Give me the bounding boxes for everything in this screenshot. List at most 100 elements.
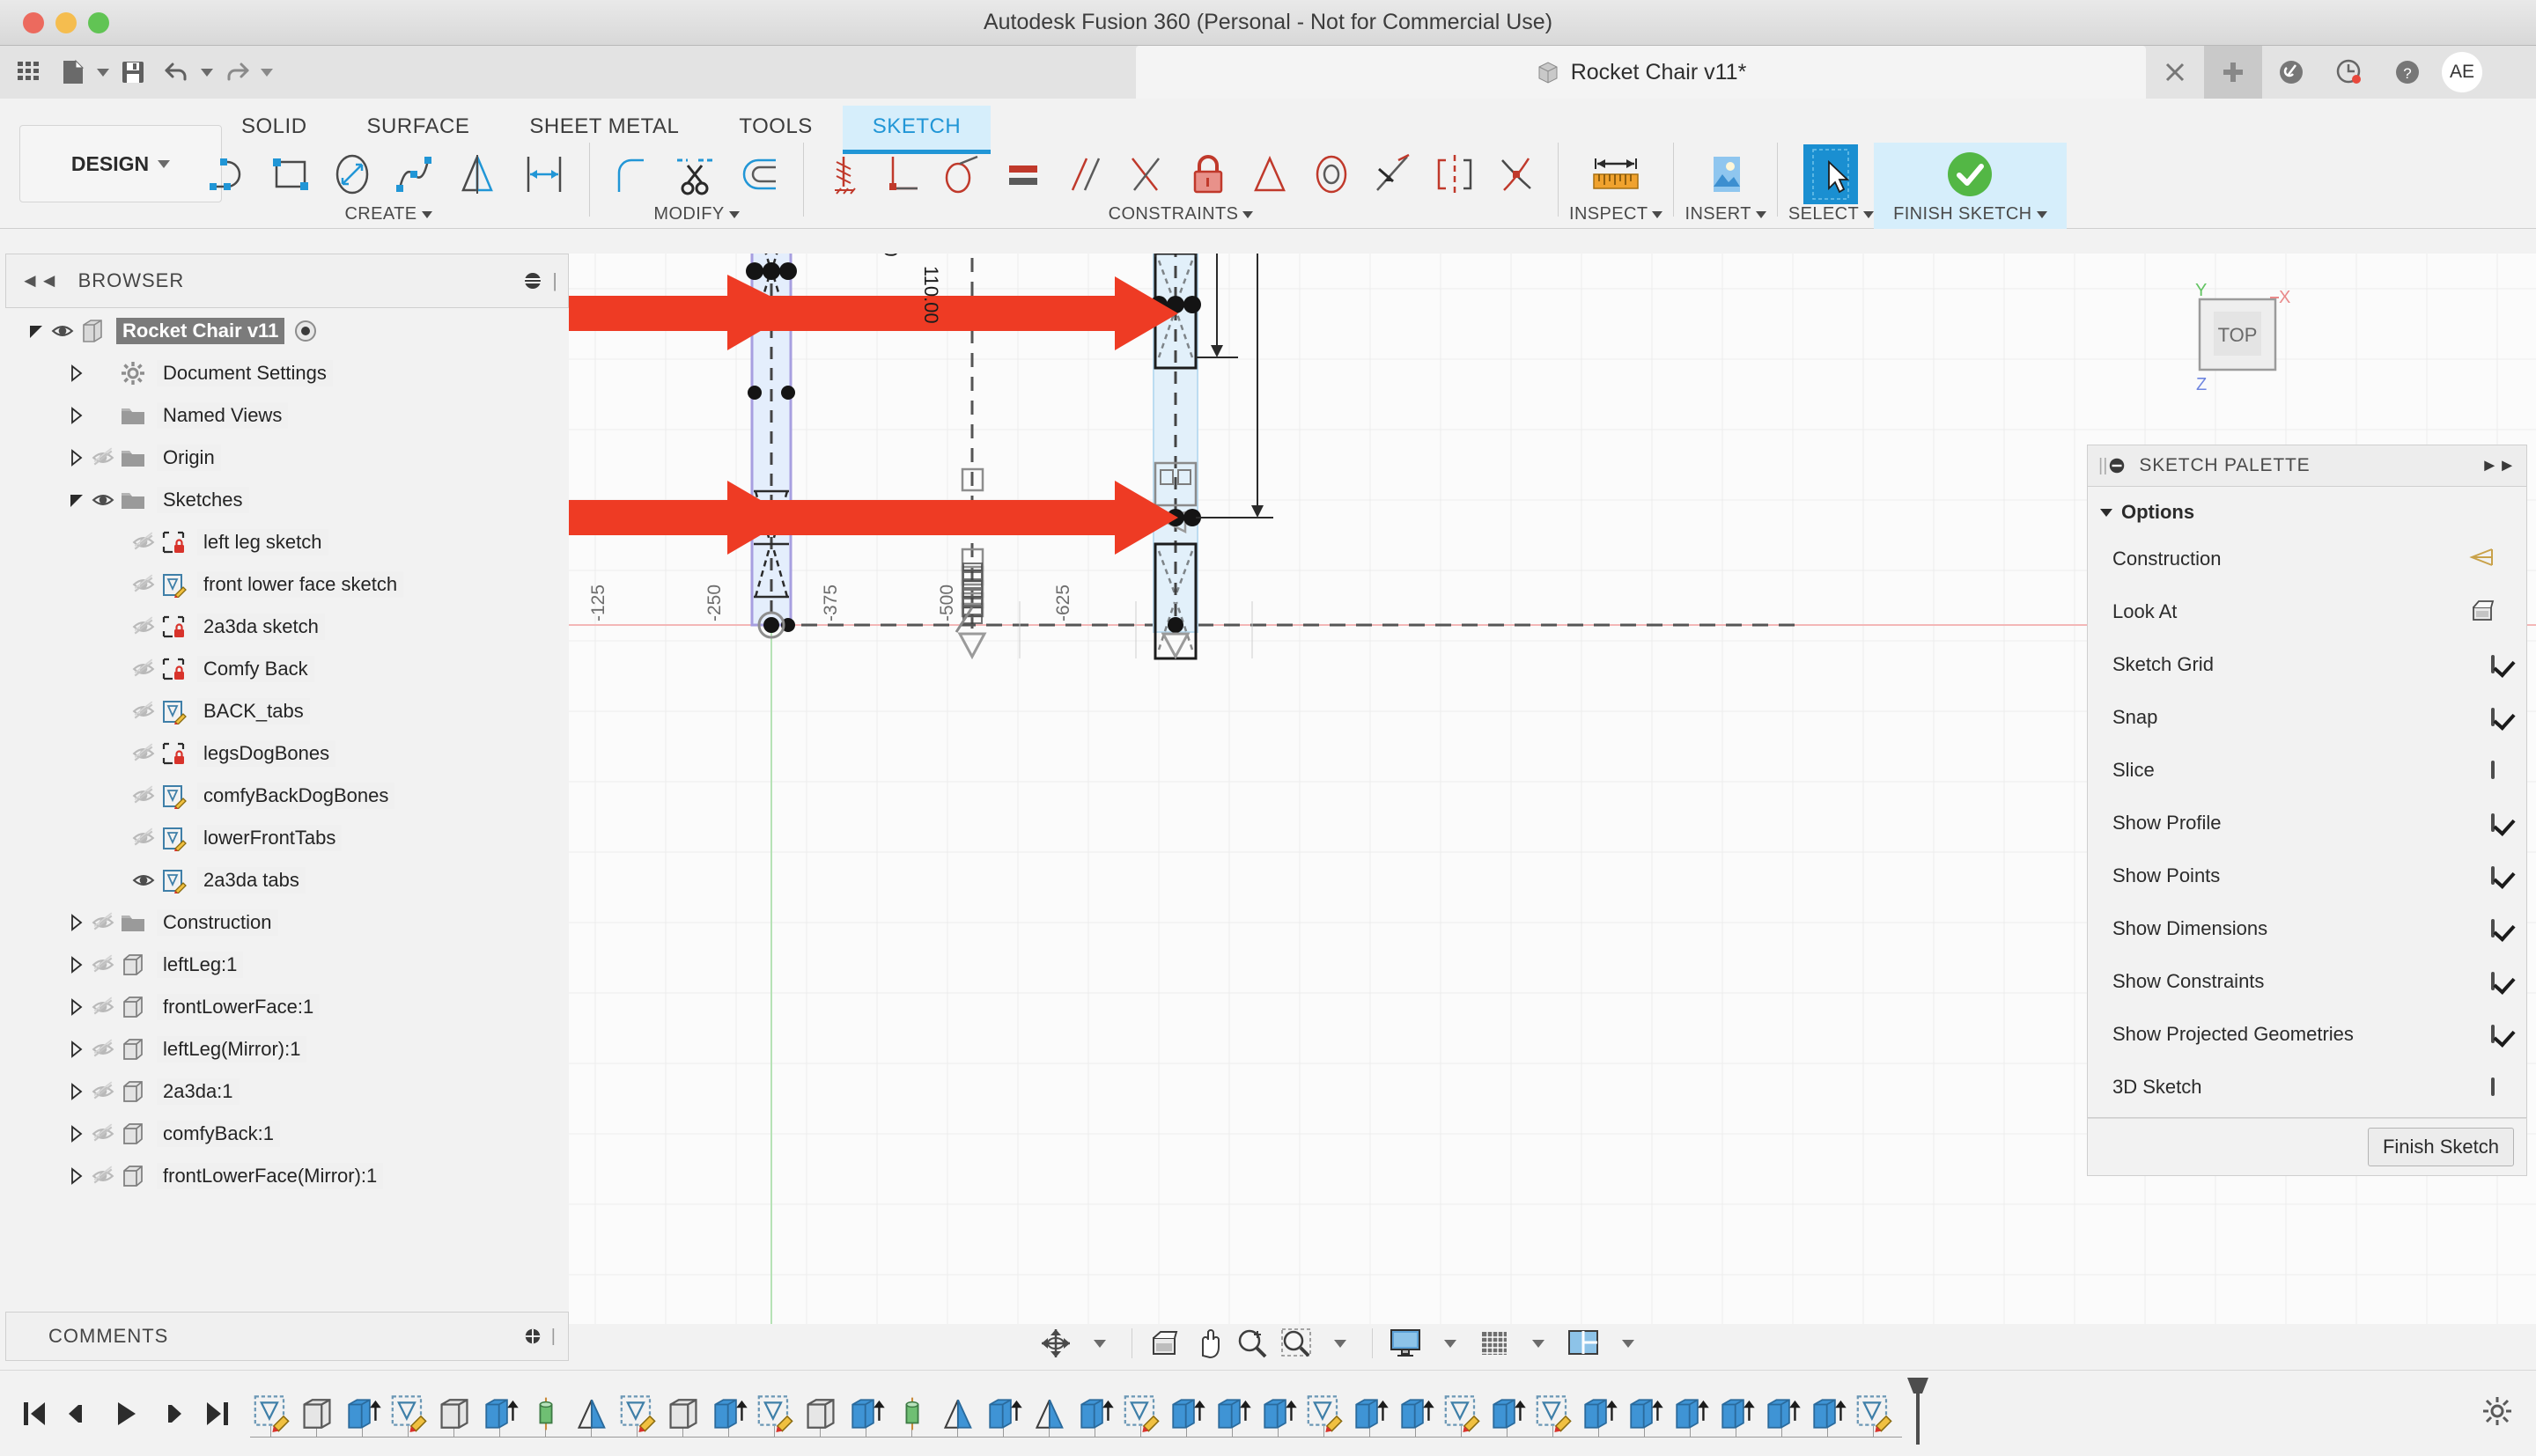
panel-modify-label[interactable]: MODIFY [653, 204, 740, 224]
visibility-eye-icon[interactable] [129, 783, 158, 808]
palette-option-slice[interactable]: Slice [2088, 744, 2526, 797]
timeline-feature-extrude-blue[interactable] [1349, 1389, 1390, 1438]
timeline-feature-extrude-blue[interactable] [1395, 1389, 1436, 1438]
visibility-eye-icon[interactable] [88, 952, 118, 977]
zoom-icon[interactable] [1231, 1321, 1273, 1365]
activate-component-radio[interactable] [293, 319, 318, 343]
expand-arrow-icon[interactable] [65, 911, 88, 934]
timeline-feature-extrude-blue[interactable] [1670, 1389, 1711, 1438]
go-to-end-icon[interactable] [204, 1399, 231, 1429]
timeline-track[interactable] [250, 1376, 2481, 1450]
step-back-icon[interactable] [65, 1399, 95, 1429]
tree-item-comfybackdogbones[interactable]: comfyBackDogBones [5, 775, 569, 817]
rectangle-icon[interactable] [260, 144, 321, 204]
palette-option-look-at[interactable]: Look At [2088, 585, 2526, 638]
palette-checkbox[interactable] [2491, 813, 2495, 832]
expand-arrow-icon[interactable] [65, 489, 88, 511]
panel-insert-label[interactable]: INSERT [1685, 204, 1766, 224]
spline-icon[interactable] [383, 144, 445, 204]
mirror-constraint-icon[interactable] [1424, 144, 1485, 204]
expand-arrow-icon[interactable] [65, 1165, 88, 1188]
expand-arrow-icon[interactable] [65, 362, 88, 385]
measure-ruler-icon[interactable] [1579, 144, 1653, 204]
comments-panel-header[interactable]: COMMENTS | [5, 1312, 569, 1361]
new-document-icon[interactable] [53, 52, 93, 92]
dimension-11500[interactable]: 115.00 [879, 254, 902, 257]
panel-menu-icon[interactable] [523, 1327, 542, 1346]
redo-icon[interactable] [217, 52, 257, 92]
palette-option-show-dimensions[interactable]: Show Dimensions [2088, 902, 2526, 955]
palette-option-construction[interactable]: Construction [2088, 533, 2526, 585]
timeline-feature-extrude-blue[interactable] [1074, 1389, 1116, 1438]
tree-item-construction[interactable]: Construction [5, 901, 569, 944]
parallel-icon[interactable] [1054, 144, 1116, 204]
tree-item-rocket-chair-v11[interactable]: Rocket Chair v11 [5, 310, 569, 352]
panel-resize-handle[interactable]: | [551, 1327, 556, 1347]
timeline-feature-sketch[interactable] [754, 1389, 795, 1438]
tree-item-2a3da-sketch[interactable]: 2a3da sketch [5, 606, 569, 648]
palette-checkbox[interactable] [2491, 866, 2495, 885]
timeline-feature-extrude-blue[interactable] [1166, 1389, 1207, 1438]
palette-checkbox[interactable] [2491, 655, 2495, 673]
viewports-caret-icon[interactable] [1607, 1321, 1649, 1365]
view-cube[interactable]: TOP Y X Z [2171, 280, 2304, 408]
save-icon[interactable] [113, 52, 153, 92]
collapse-left-icon[interactable]: ◄◄ [20, 269, 59, 292]
timeline-feature-extrude-blue[interactable] [1257, 1389, 1299, 1438]
timeline-feature-sketch[interactable] [250, 1389, 291, 1438]
expand-arrow-icon[interactable] [25, 320, 48, 342]
visibility-eye-icon[interactable] [88, 488, 118, 512]
visibility-eye-icon[interactable] [129, 614, 158, 639]
mirror-icon[interactable] [445, 144, 510, 204]
orbit-icon[interactable] [1035, 1321, 1077, 1365]
tree-item-origin[interactable]: Origin [5, 437, 569, 479]
timeline-feature-extrude-blue[interactable] [1486, 1389, 1528, 1438]
symmetry-icon[interactable] [1239, 144, 1301, 204]
go-to-start-icon[interactable] [21, 1399, 48, 1429]
timeline-feature-sketch[interactable] [1303, 1389, 1345, 1438]
timeline-feature-extrude-blue[interactable] [708, 1389, 749, 1438]
fix-lock-icon[interactable] [1177, 144, 1239, 204]
workspace-switcher[interactable]: DESIGN [19, 125, 222, 202]
timeline-feature-extrude-blue[interactable] [1578, 1389, 1619, 1438]
timeline-feature-extrude-grey[interactable] [296, 1389, 337, 1438]
timeline-feature-sketch[interactable] [1441, 1389, 1482, 1438]
visibility-eye-icon[interactable] [129, 530, 158, 555]
tree-item-comfyback-1[interactable]: comfyBack:1 [5, 1113, 569, 1155]
expand-arrow-icon[interactable] [65, 446, 88, 469]
play-icon[interactable] [113, 1399, 139, 1429]
document-tab[interactable]: Rocket Chair v11* [1136, 46, 2146, 99]
timeline-feature-extrude-blue[interactable] [342, 1389, 383, 1438]
finish-check-icon[interactable] [1936, 144, 2004, 204]
visibility-eye-icon[interactable] [48, 319, 77, 343]
step-forward-icon[interactable] [157, 1399, 187, 1429]
timeline-feature-revolve[interactable] [891, 1389, 933, 1438]
job-status-icon[interactable] [2320, 46, 2378, 99]
display-settings-icon[interactable] [1383, 1321, 1427, 1365]
expand-arrow-icon[interactable] [65, 1122, 88, 1145]
palette-option-3d-sketch[interactable]: 3D Sketch [2088, 1061, 2526, 1114]
palette-option-show-profile[interactable]: Show Profile [2088, 797, 2526, 849]
fillet-icon[interactable] [601, 144, 662, 204]
app-grid-icon[interactable] [9, 52, 49, 92]
timeline-feature-extrude-blue[interactable] [1624, 1389, 1665, 1438]
palette-checkbox[interactable] [2491, 708, 2495, 726]
visibility-eye-icon[interactable] [88, 995, 118, 1019]
expand-right-icon[interactable]: ►► [2481, 456, 2516, 476]
insert-image-icon[interactable] [1695, 144, 1757, 204]
visibility-eye-icon[interactable] [88, 910, 118, 935]
palette-checkbox[interactable] [2491, 1077, 2495, 1096]
tree-item-named-views[interactable]: Named Views [5, 394, 569, 437]
timeline-feature-sketch[interactable] [387, 1389, 429, 1438]
collinear-icon[interactable] [1116, 144, 1177, 204]
extensions-icon[interactable] [2262, 46, 2320, 99]
circle-icon[interactable] [321, 144, 383, 204]
timeline-feature-extrude-blue[interactable] [1807, 1389, 1848, 1438]
timeline-marker[interactable] [1906, 1376, 1930, 1446]
visibility-eye-icon[interactable] [129, 572, 158, 597]
panel-select-label[interactable]: SELECT [1788, 204, 1875, 224]
timeline-feature-revolve[interactable] [525, 1389, 566, 1438]
timeline-feature-extrude-grey[interactable] [800, 1389, 841, 1438]
tree-item-2a3da-1[interactable]: 2a3da:1 [5, 1070, 569, 1113]
panel-inspect-label[interactable]: INSPECT [1569, 204, 1663, 224]
